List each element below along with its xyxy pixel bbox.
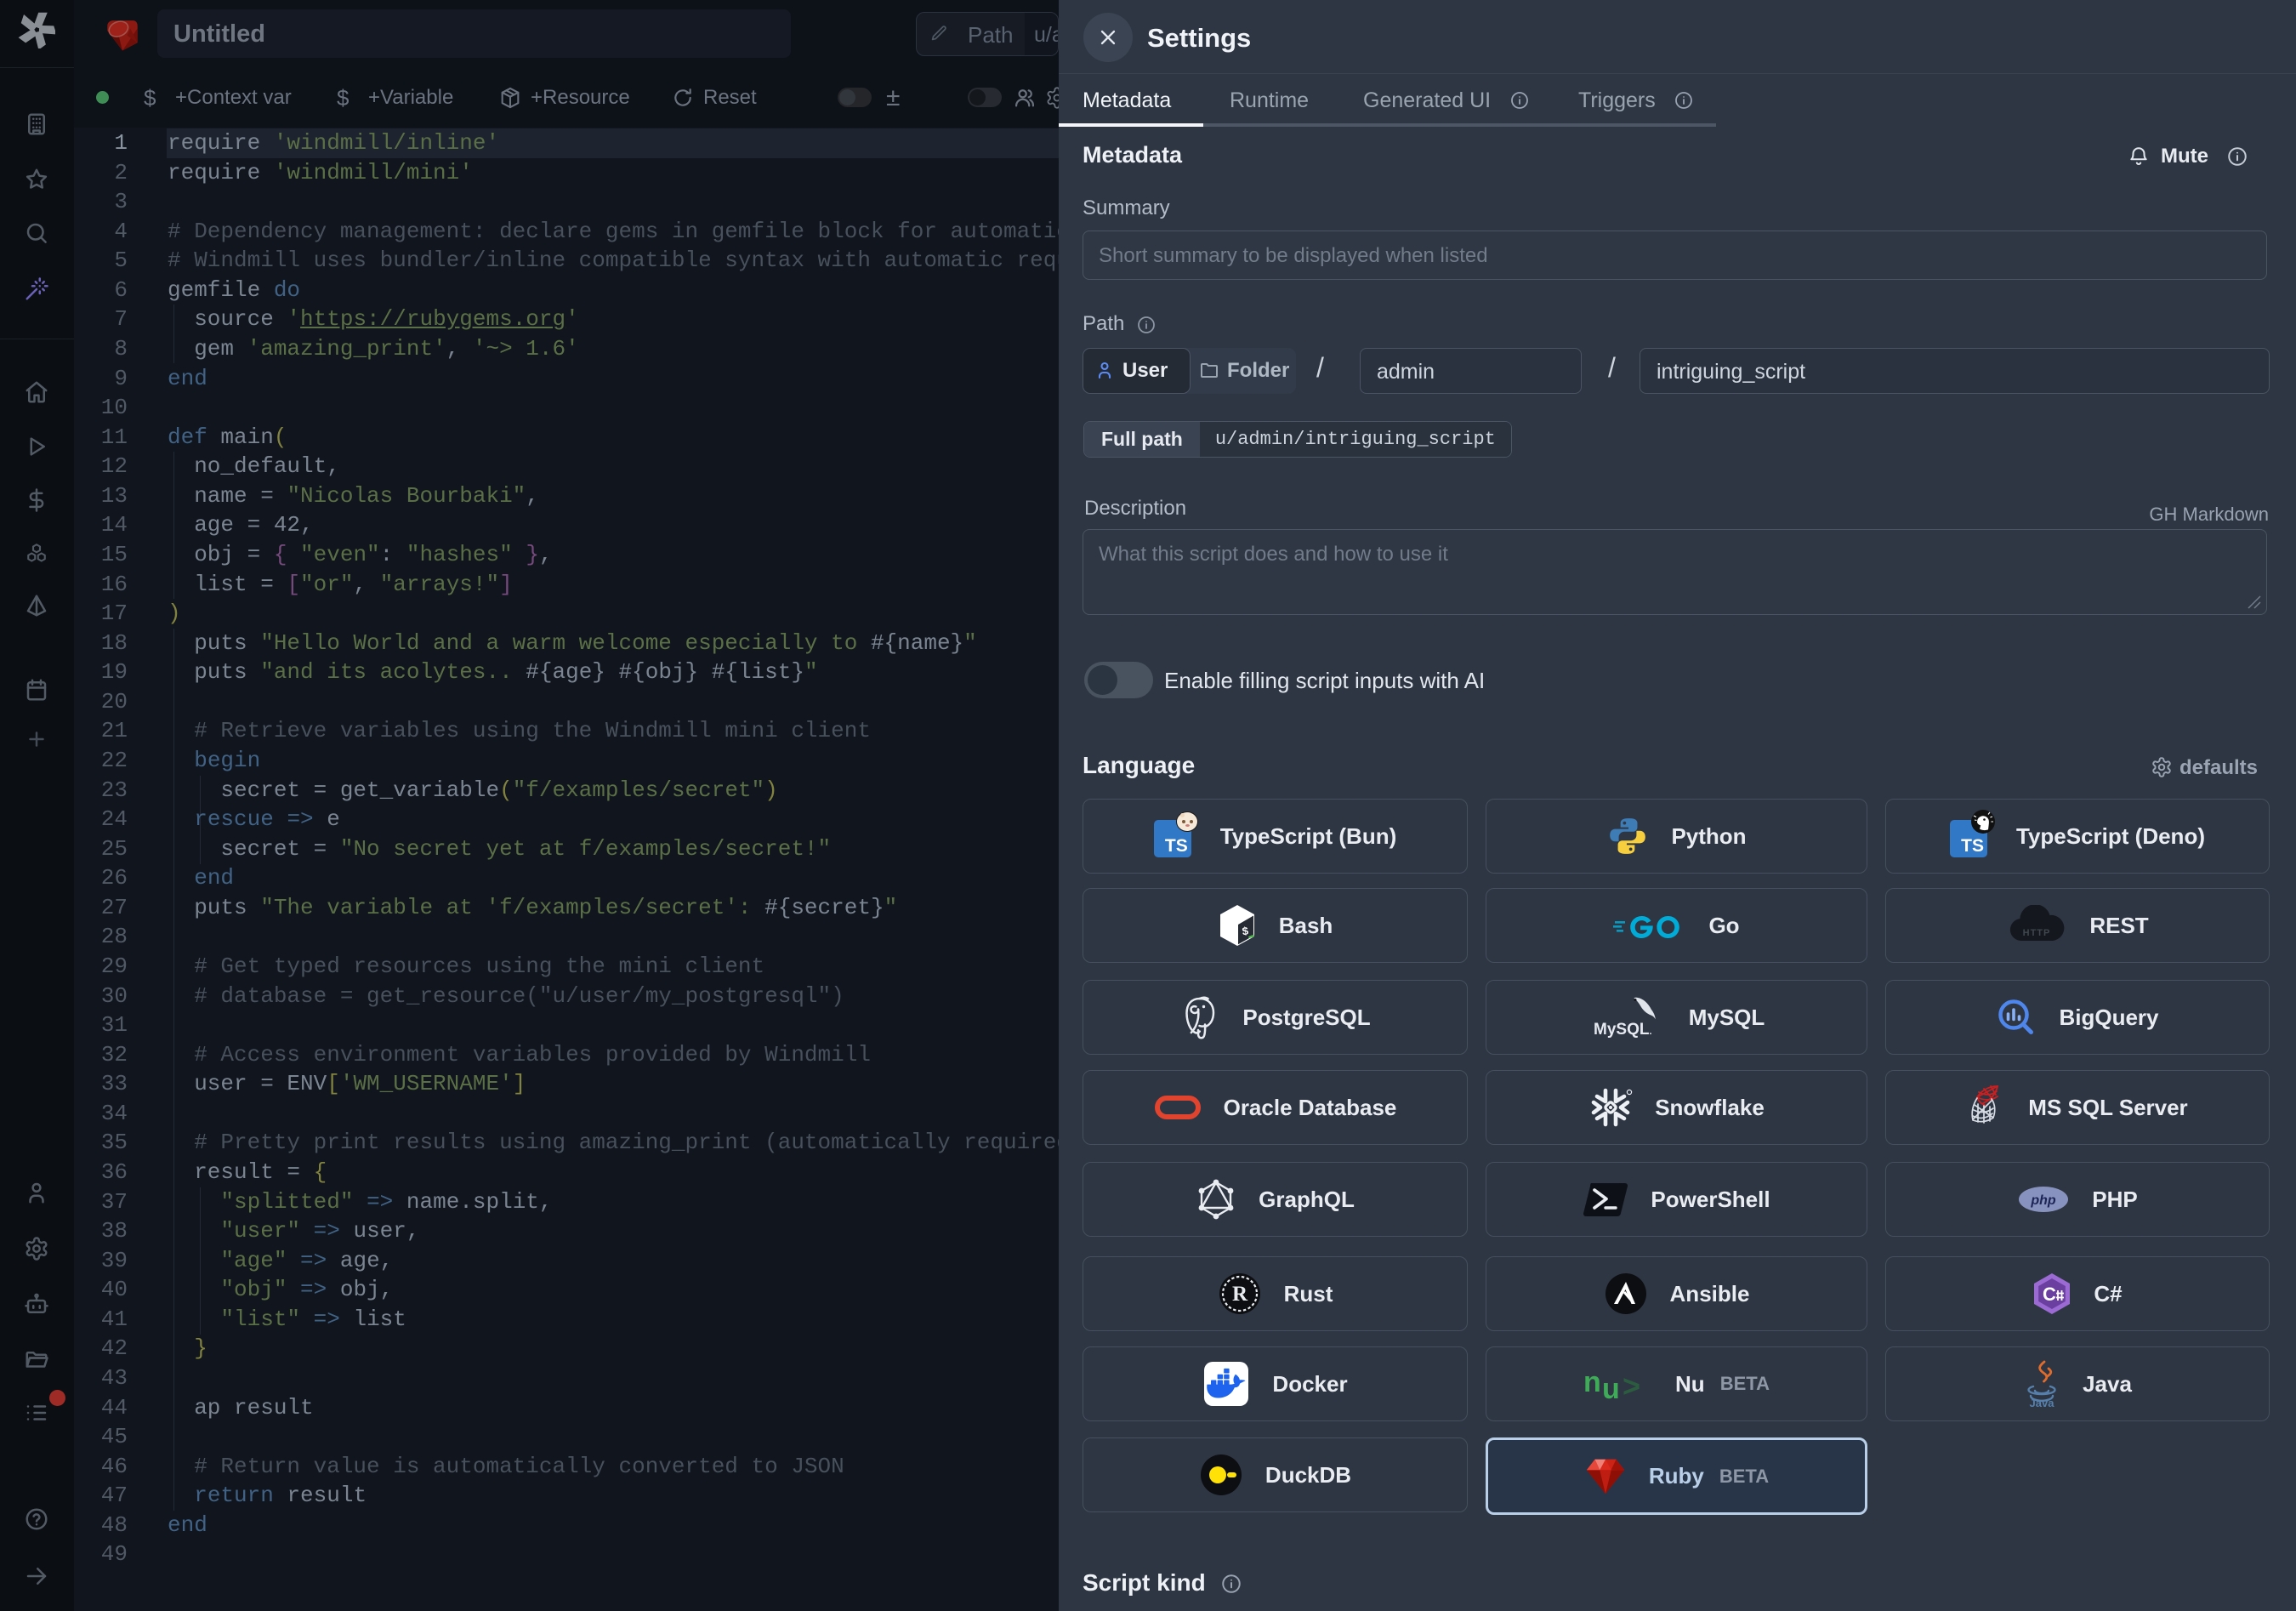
- svg-text:Java: Java: [2030, 1397, 2055, 1408]
- svg-text:n: n: [1583, 1366, 1601, 1398]
- svg-text:>: >: [1623, 1369, 1640, 1403]
- svg-text:R: R: [1232, 1283, 1248, 1306]
- svg-text:HTTP: HTTP: [2023, 928, 2051, 938]
- svg-text:u: u: [1602, 1373, 1620, 1403]
- svg-text:MySQL.: MySQL.: [1594, 1021, 1652, 1039]
- svg-text:php: php: [2031, 1193, 2057, 1208]
- svg-text:C: C: [2043, 1284, 2056, 1305]
